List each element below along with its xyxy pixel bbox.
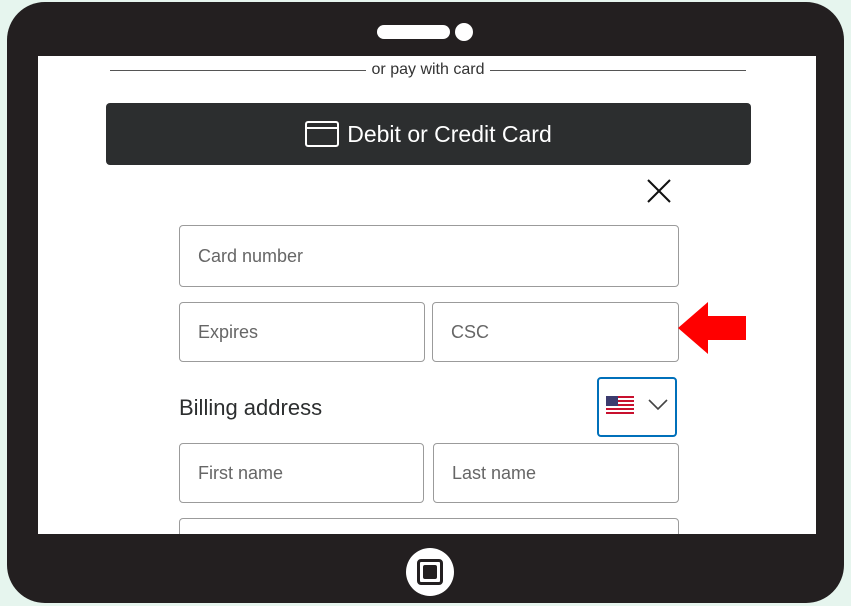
card-number-input[interactable]: Card number bbox=[179, 225, 679, 287]
billing-address-title: Billing address bbox=[179, 395, 323, 420]
country-select[interactable] bbox=[597, 377, 677, 437]
screen: or pay with card Debit or Credit Card Ca… bbox=[38, 56, 816, 534]
divider-label: or pay with card bbox=[365, 61, 491, 78]
credit-card-icon bbox=[305, 121, 340, 147]
last-name-placeholder: Last name bbox=[452, 462, 537, 483]
debit-credit-card-button[interactable]: Debit or Credit Card bbox=[106, 103, 751, 165]
close-icon[interactable] bbox=[645, 177, 673, 205]
last-name-input[interactable]: Last name bbox=[433, 443, 679, 503]
us-flag-icon bbox=[606, 395, 634, 419]
first-name-placeholder: First name bbox=[198, 462, 284, 483]
red-arrow-icon bbox=[678, 302, 748, 354]
chevron-down-icon bbox=[648, 398, 668, 416]
expires-input[interactable]: Expires bbox=[179, 302, 425, 362]
csc-placeholder: CSC bbox=[451, 321, 490, 342]
camera-dot bbox=[455, 23, 473, 41]
csc-input[interactable]: CSC bbox=[432, 302, 679, 362]
speaker-slot bbox=[377, 25, 450, 39]
card-button-label: Debit or Credit Card bbox=[347, 120, 552, 147]
card-number-placeholder: Card number bbox=[198, 245, 304, 266]
street-address-input[interactable] bbox=[179, 518, 679, 534]
home-button[interactable] bbox=[406, 548, 454, 596]
first-name-input[interactable]: First name bbox=[179, 443, 424, 503]
divider-label-wrap: or pay with card bbox=[38, 61, 816, 79]
expires-placeholder: Expires bbox=[198, 321, 259, 342]
